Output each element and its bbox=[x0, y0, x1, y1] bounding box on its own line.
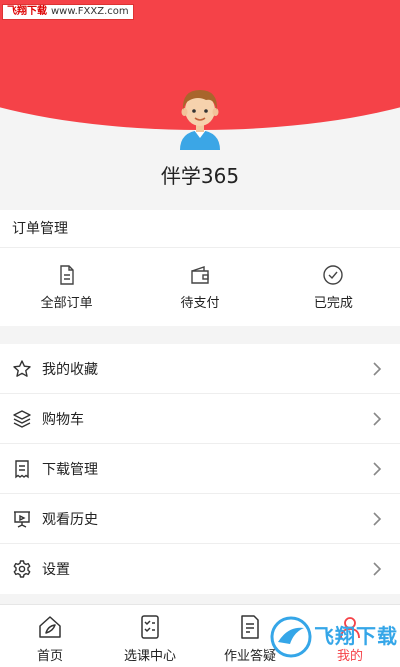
homework-icon bbox=[241, 615, 259, 639]
site-watermark: 飞翔下载 www.FXXZ.com bbox=[2, 4, 134, 20]
receipt-icon bbox=[15, 459, 29, 478]
profile-header: 飞翔下载 www.FXXZ.com 伴学365 bbox=[0, 0, 400, 210]
completed-orders-label: 已完成 bbox=[313, 295, 353, 311]
chevron-right-icon bbox=[373, 461, 382, 476]
chevron-right-icon bbox=[373, 511, 382, 526]
tab-label-profile: 我的 bbox=[336, 649, 363, 664]
tab-homework-qa[interactable]: 作业答疑 bbox=[200, 605, 300, 667]
chevron-right-icon bbox=[373, 411, 382, 426]
tab-course-center[interactable]: 选课中心 bbox=[100, 605, 200, 667]
menu-label-settings: 设置 bbox=[42, 562, 70, 578]
completed-orders-button[interactable]: 已完成 bbox=[267, 248, 400, 326]
profile-icon bbox=[340, 617, 360, 639]
tab-profile[interactable]: 我的 bbox=[300, 605, 400, 667]
tab-label-home: 首页 bbox=[36, 649, 63, 664]
pending-payment-label: 待支付 bbox=[180, 295, 220, 311]
presentation-icon bbox=[14, 510, 30, 528]
menu-item-cart[interactable]: 购物车 bbox=[0, 394, 400, 444]
menu-item-history[interactable]: 观看历史 bbox=[0, 494, 400, 544]
layers-icon bbox=[13, 409, 31, 428]
pending-payment-button[interactable]: 待支付 bbox=[133, 248, 266, 326]
star-icon bbox=[13, 359, 31, 377]
home-icon bbox=[39, 616, 61, 638]
menu-item-favorites[interactable]: 我的收藏 bbox=[0, 344, 400, 394]
chevron-right-icon bbox=[373, 562, 382, 576]
tab-label-course-center: 选课中心 bbox=[123, 649, 176, 664]
tab-home[interactable]: 首页 bbox=[0, 605, 100, 667]
user-name: 伴学365 bbox=[160, 164, 240, 188]
wallet-icon bbox=[191, 265, 209, 284]
menu-label-favorites: 我的收藏 bbox=[42, 361, 98, 378]
order-management-title: 订单管理 bbox=[0, 210, 400, 248]
menu-item-downloads[interactable]: 下载管理 bbox=[0, 444, 400, 494]
menu-label-history: 观看历史 bbox=[42, 511, 98, 528]
menu-list: 我的收藏 购物车 下载管理 观看历史 设置 bbox=[0, 344, 400, 594]
tab-label-homework-qa: 作业答疑 bbox=[223, 649, 276, 664]
bottom-tab-bar: 首页 选课中心 作业答疑 我的 bbox=[0, 604, 400, 667]
all-orders-button[interactable]: 全部订单 bbox=[0, 248, 133, 326]
menu-label-downloads: 下载管理 bbox=[42, 461, 98, 478]
checklist-icon bbox=[141, 615, 159, 639]
watermark-brand: 飞翔下载 bbox=[7, 6, 47, 17]
gear-icon bbox=[13, 560, 31, 578]
check-circle-icon bbox=[323, 264, 344, 285]
all-orders-label: 全部订单 bbox=[40, 295, 93, 311]
menu-label-cart: 购物车 bbox=[42, 411, 84, 428]
order-shortcuts: 全部订单 待支付 已完成 bbox=[0, 248, 400, 326]
document-icon bbox=[59, 264, 74, 285]
order-management-panel: 订单管理 全部订单 待支付 已完成 bbox=[0, 210, 400, 326]
chevron-right-icon bbox=[373, 361, 382, 376]
avatar[interactable] bbox=[170, 84, 230, 150]
menu-item-settings[interactable]: 设置 bbox=[0, 544, 400, 594]
watermark-url: www.FXXZ.com bbox=[51, 6, 129, 17]
